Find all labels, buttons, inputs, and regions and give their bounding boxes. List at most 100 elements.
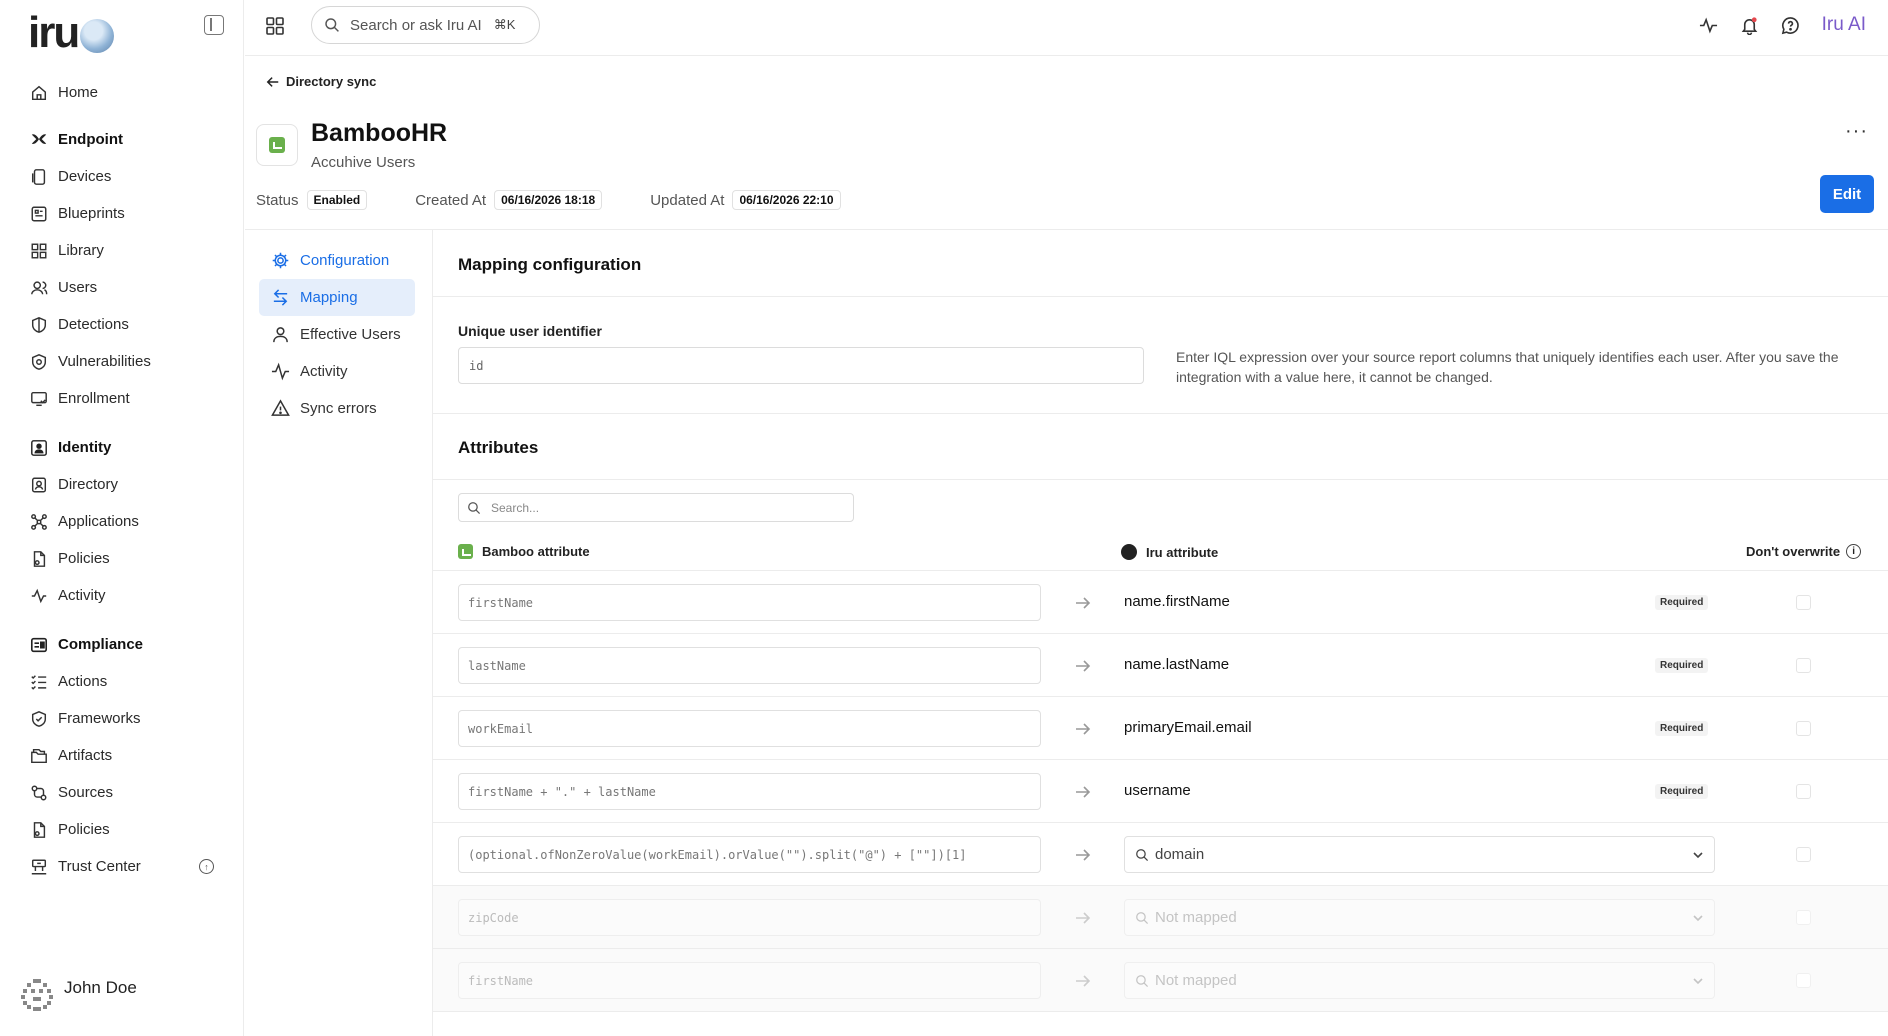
divider xyxy=(433,1011,1888,1012)
dont-overwrite-checkbox[interactable] xyxy=(1796,721,1811,736)
sidebar-item-vulnerabilities[interactable]: Vulnerabilities xyxy=(0,343,244,380)
sidebar-item-directory[interactable]: Directory xyxy=(0,466,244,503)
sidebar-item-devices[interactable]: Devices xyxy=(0,158,244,195)
table-row: lastName name.lastName Required xyxy=(433,633,1888,696)
sidebar-item-policies-compliance[interactable]: Policies xyxy=(0,811,244,848)
sidebar-item-applications[interactable]: Applications xyxy=(0,503,244,540)
sidebar: iru Home Endpoint Devices Blueprints Lib… xyxy=(0,0,244,1036)
source-expression: lastName xyxy=(468,658,526,673)
tab-mapping[interactable]: Mapping xyxy=(259,279,415,316)
arrow-right-icon xyxy=(1076,660,1091,672)
arrow-right-icon xyxy=(1076,597,1091,609)
target-attribute-select[interactable]: Not mapped xyxy=(1124,899,1715,936)
sidebar-item-policies[interactable]: Policies xyxy=(0,540,244,577)
tab-configuration[interactable]: Configuration xyxy=(259,242,415,279)
sidebar-section-identity[interactable]: Identity xyxy=(0,429,244,466)
sidebar-item-detections[interactable]: Detections xyxy=(0,306,244,343)
user-profile[interactable]: John Doe xyxy=(20,978,137,1012)
sidebar-item-actions[interactable]: Actions xyxy=(0,663,244,700)
chat-help-icon[interactable] xyxy=(1781,16,1800,35)
tab-sync-errors[interactable]: Sync errors xyxy=(259,390,415,427)
arrow-up-circle-icon[interactable]: ↑ xyxy=(199,859,214,874)
sidebar-item-label: Enrollment xyxy=(58,390,130,407)
logo-mascot-icon xyxy=(80,19,115,53)
user-icon xyxy=(273,327,288,343)
sidebar-section-endpoint[interactable]: Endpoint xyxy=(0,121,244,158)
sidebar-item-library[interactable]: Library xyxy=(0,232,244,269)
sidebar-item-activity[interactable]: Activity xyxy=(0,577,244,614)
source-expression: firstName xyxy=(468,595,534,610)
source-expression-input[interactable]: workEmail xyxy=(458,710,1041,747)
apps-grid-icon[interactable] xyxy=(265,16,285,36)
sidebar-item-users[interactable]: Users xyxy=(0,269,244,306)
more-options-button[interactable]: ··· xyxy=(1845,120,1868,143)
source-expression-input[interactable]: firstName + "." + lastName xyxy=(458,773,1041,810)
warning-icon xyxy=(271,399,290,416)
bug-shield-icon xyxy=(30,353,48,371)
source-expression-input[interactable]: firstName xyxy=(458,584,1041,621)
uid-input[interactable]: id xyxy=(458,347,1144,384)
sidebar-item-blueprints[interactable]: Blueprints xyxy=(0,195,244,232)
logo[interactable]: iru xyxy=(28,11,115,55)
source-expression-input[interactable]: lastName xyxy=(458,647,1041,684)
target-attribute-select[interactable]: Not mapped xyxy=(1124,962,1715,999)
target-attribute-value: Not mapped xyxy=(1155,972,1237,989)
sidebar-item-label: Library xyxy=(58,242,104,259)
global-search-input[interactable]: Search or ask Iru AI ⌘K xyxy=(311,6,540,44)
edit-button[interactable]: Edit xyxy=(1820,175,1874,213)
dont-overwrite-checkbox[interactable] xyxy=(1796,973,1811,988)
uid-label: Unique user identifier xyxy=(458,323,602,339)
target-attribute: username xyxy=(1124,782,1191,799)
sidebar-item-label: Policies xyxy=(58,821,110,838)
collapse-sidebar-icon[interactable] xyxy=(204,15,224,35)
tab-activity[interactable]: Activity xyxy=(259,353,415,390)
iru-mascot-icon xyxy=(1121,544,1137,560)
enrollment-icon xyxy=(30,390,48,408)
bamboohr-icon xyxy=(458,544,473,559)
column-header-label: Iru attribute xyxy=(1146,544,1219,560)
dont-overwrite-checkbox[interactable] xyxy=(1796,784,1811,799)
source-expression-input[interactable]: firstName xyxy=(458,962,1041,999)
required-badge: Required xyxy=(1655,784,1709,799)
iru-ai-button[interactable]: Iru AI xyxy=(1822,14,1866,36)
bell-icon[interactable] xyxy=(1740,16,1759,35)
source-expression: firstName xyxy=(468,973,534,988)
sidebar-item-home[interactable]: Home xyxy=(0,74,244,111)
artifacts-icon xyxy=(30,747,48,765)
dont-overwrite-checkbox[interactable] xyxy=(1796,847,1811,862)
sidebar-item-frameworks[interactable]: Frameworks xyxy=(0,700,244,737)
dont-overwrite-checkbox[interactable] xyxy=(1796,658,1811,673)
sidebar-section-compliance[interactable]: Compliance xyxy=(0,626,244,663)
sidebar-item-enrollment[interactable]: Enrollment xyxy=(0,380,244,417)
chevron-down-icon xyxy=(1693,978,1703,985)
target-attribute-select[interactable]: domain xyxy=(1124,836,1715,873)
source-expression: firstName + "." + lastName xyxy=(468,784,656,799)
source-expression-input[interactable]: zipCode xyxy=(458,899,1041,936)
user-name: John Doe xyxy=(64,978,137,997)
target-attribute: primaryEmail.email xyxy=(1124,719,1252,736)
shield-icon xyxy=(30,316,48,334)
sidebar-item-label: Policies xyxy=(58,550,110,567)
sidebar-item-trust-center[interactable]: Trust Center ↑ xyxy=(0,848,244,885)
gear-icon xyxy=(272,252,289,269)
table-row: firstName Not mapped xyxy=(433,948,1888,1011)
updated-label: Updated At xyxy=(650,191,725,209)
source-expression-input[interactable]: (optional.ofNonZeroValue(workEmail).orVa… xyxy=(458,836,1041,873)
dont-overwrite-checkbox[interactable] xyxy=(1796,910,1811,925)
sidebar-item-sources[interactable]: Sources xyxy=(0,774,244,811)
search-icon xyxy=(1136,911,1149,924)
pulse-icon[interactable] xyxy=(1699,16,1718,35)
device-icon xyxy=(30,168,48,186)
activity-icon xyxy=(271,362,290,381)
swap-icon xyxy=(273,289,288,306)
sidebar-nav: Home Endpoint Devices Blueprints Library… xyxy=(0,74,244,885)
sidebar-item-label: Sources xyxy=(58,784,114,801)
attribute-search-input[interactable]: Search... xyxy=(458,493,854,522)
sidebar-item-label: Actions xyxy=(58,673,108,690)
dont-overwrite-checkbox[interactable] xyxy=(1796,595,1811,610)
sidebar-item-artifacts[interactable]: Artifacts xyxy=(0,737,244,774)
tab-effective-users[interactable]: Effective Users xyxy=(259,316,415,353)
back-link[interactable]: Directory sync xyxy=(266,74,376,89)
info-icon[interactable]: i xyxy=(1846,544,1862,559)
target-attribute-value: Not mapped xyxy=(1155,909,1237,926)
